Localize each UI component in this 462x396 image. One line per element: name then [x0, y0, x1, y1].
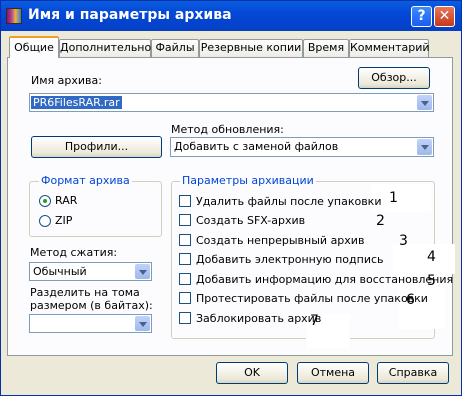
option-sfx[interactable]: Создать SFX-архив [196, 214, 305, 227]
help-button[interactable]: Справка [377, 362, 449, 384]
option-checkbox[interactable] [179, 253, 191, 265]
tab-files[interactable]: Файлы [151, 39, 199, 57]
option-checkbox[interactable] [179, 214, 191, 226]
window-title: Имя и параметры архива [28, 7, 232, 23]
annotation-number: 4 [427, 249, 436, 265]
chevron-down-icon[interactable] [135, 316, 150, 331]
option-checkbox[interactable] [179, 234, 191, 246]
option-recovery[interactable]: Добавить информацию для восстановления [196, 273, 453, 286]
chevron-down-icon[interactable] [417, 95, 432, 110]
annotation-number: 7 [310, 313, 319, 329]
option-checkbox[interactable] [179, 195, 191, 207]
compression-value: Обычный [33, 265, 87, 278]
annotation-number: 3 [399, 233, 408, 249]
option-checkbox[interactable] [179, 273, 191, 285]
browse-button[interactable]: Обзор... [358, 67, 430, 89]
option-checkbox[interactable] [179, 292, 191, 304]
annotation-number: 1 [389, 190, 398, 206]
option-signature[interactable]: Добавить электронную подпись [196, 253, 384, 266]
archive-name-label: Имя архива: [31, 74, 102, 87]
archive-format-group [29, 181, 162, 237]
tab-comment[interactable]: Комментарий [349, 39, 430, 57]
split-select[interactable] [29, 314, 152, 333]
archive-dialog: Имя и параметры архива ? ✕ Общие Дополни… [0, 0, 462, 396]
chevron-down-icon[interactable] [417, 139, 432, 155]
split-label: Разделить на тома [30, 286, 140, 299]
update-method-label: Метод обновления: [171, 123, 284, 136]
option-solid[interactable]: Создать непрерывный архив [196, 234, 364, 247]
chevron-down-icon[interactable] [135, 264, 150, 279]
format-zip-label[interactable]: ZIP [55, 214, 72, 227]
ok-button[interactable]: OK [216, 362, 288, 384]
tab-backup[interactable]: Резервные копии [199, 39, 303, 57]
compression-label: Метод сжатия: [30, 246, 118, 259]
format-rar-label[interactable]: RAR [55, 194, 77, 207]
annotation-number: 5 [427, 273, 436, 289]
archive-name-field[interactable]: PR6FilesRAR.rar [29, 93, 434, 112]
compression-select[interactable]: Обычный [29, 262, 152, 281]
format-zip-radio[interactable] [39, 215, 51, 227]
annotation-number: 6 [406, 292, 415, 308]
tab-general[interactable]: Общие [9, 36, 59, 58]
archive-name-value[interactable]: PR6FilesRAR.rar [31, 96, 122, 109]
winrar-app-icon [6, 8, 22, 24]
help-icon[interactable]: ? [411, 6, 432, 27]
option-checkbox[interactable] [179, 312, 191, 324]
archive-options-legend: Параметры архивации [180, 174, 316, 187]
update-method-select[interactable]: Добавить с заменой файлов [170, 137, 434, 157]
archive-format-legend: Формат архива [39, 174, 132, 187]
tab-time[interactable]: Время [303, 39, 349, 57]
cancel-button[interactable]: Отмена [297, 362, 369, 384]
option-lock[interactable]: Заблокировать архив [196, 312, 321, 325]
tab-advanced[interactable]: Дополнительно [59, 39, 151, 57]
annotation-number: 2 [376, 213, 385, 229]
profiles-button[interactable]: Профили... [31, 136, 162, 158]
format-rar-radio[interactable] [39, 195, 51, 207]
split-label-2: размером (в байтах): [30, 299, 153, 312]
close-icon[interactable]: ✕ [434, 6, 455, 27]
update-method-value: Добавить с заменой файлов [174, 140, 339, 153]
title-bar[interactable]: Имя и параметры архива ? ✕ [1, 1, 461, 31]
option-delete-files[interactable]: Удалить файлы после упаковки [196, 195, 381, 208]
option-test[interactable]: Протестировать файлы после упаковки [196, 292, 428, 305]
